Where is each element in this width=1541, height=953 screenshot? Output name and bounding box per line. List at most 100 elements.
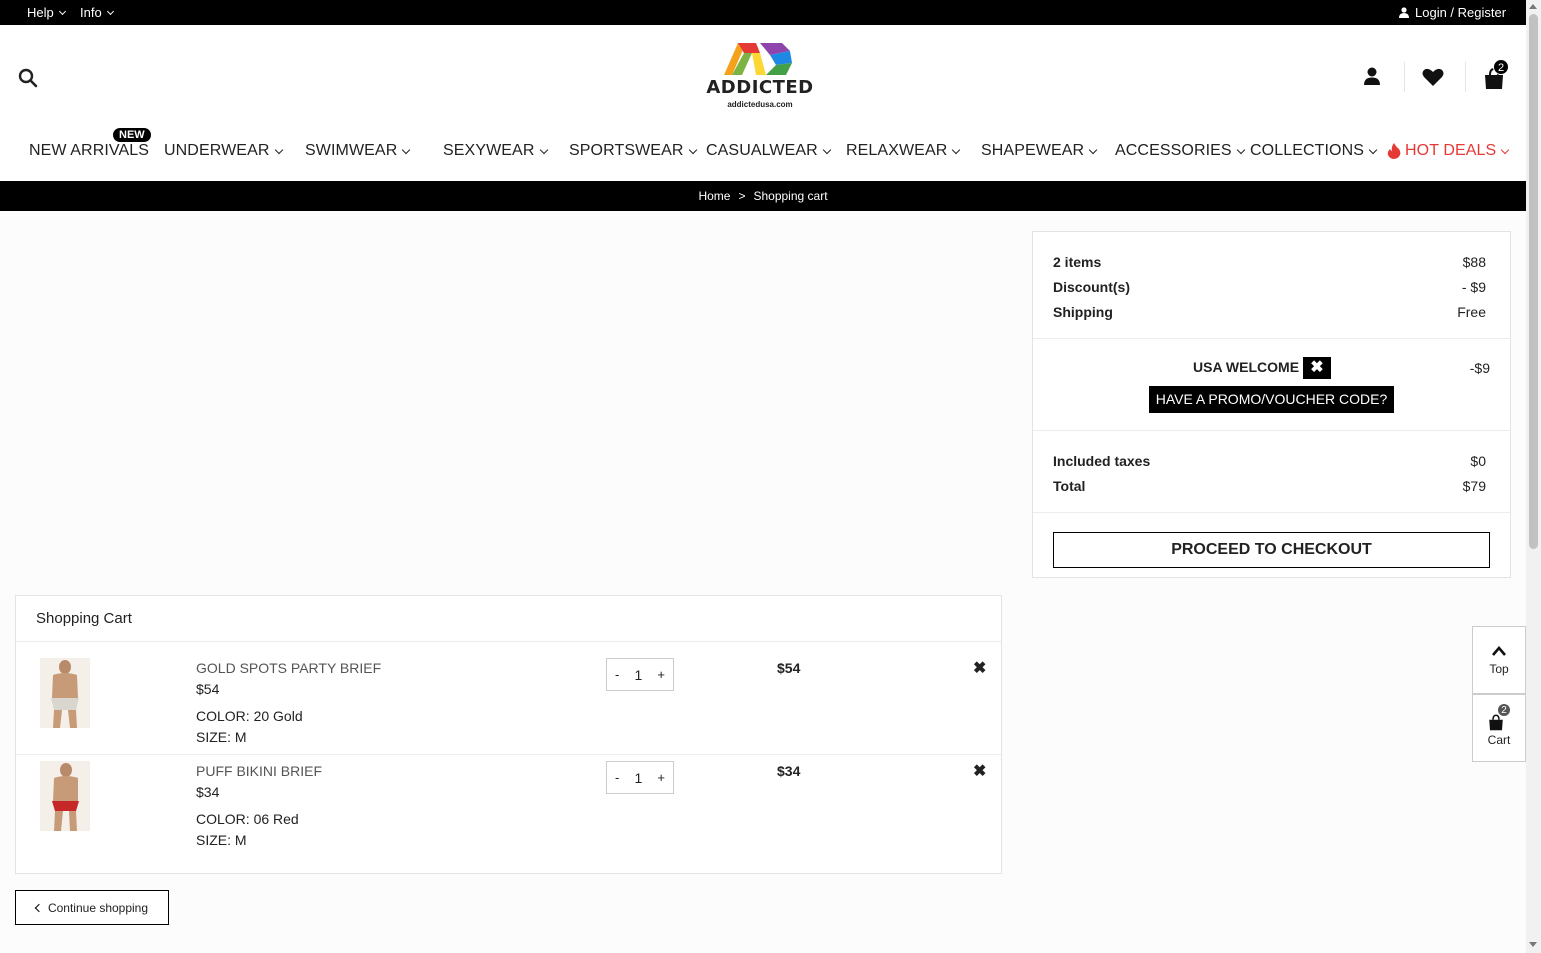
remove-item-button[interactable]: ✖ xyxy=(973,658,986,678)
cart-item: PUFF BIKINI BRIEF $34 COLOR: 06 Red SIZE… xyxy=(16,745,1001,848)
discount-label: Discount(s) xyxy=(1053,279,1130,295)
chevron-down-icon xyxy=(1236,145,1245,154)
quantity-decrease-button[interactable]: - xyxy=(615,770,619,785)
back-to-top-button[interactable]: Top xyxy=(1472,626,1526,694)
summary-total-row: Total $79 xyxy=(1053,478,1486,494)
total-label: Total xyxy=(1053,478,1086,494)
logo-subtext: addictedusa.com xyxy=(727,100,793,109)
quantity-increase-button[interactable]: + xyxy=(657,667,665,682)
product-size: SIZE: M xyxy=(196,729,247,745)
continue-shopping-label: Continue shopping xyxy=(47,900,149,915)
nav-item-accessories[interactable]: ACCESSORIES xyxy=(1115,142,1245,160)
nav-item-relaxwear[interactable]: RELAXWEAR xyxy=(846,142,961,160)
product-color: COLOR: 06 Red xyxy=(196,811,299,827)
quantity-stepper: - 1 + xyxy=(606,761,674,794)
quantity-increase-button[interactable]: + xyxy=(657,770,665,785)
page-scrollbar[interactable] xyxy=(1526,0,1541,953)
main-nav: NEW ARRIVALS NEW UNDERWEAR SWIMWEAR SEXY… xyxy=(0,128,1526,165)
order-summary: 2 items $88 Discount(s) - $9 Shipping Fr… xyxy=(1032,231,1511,578)
floating-cart-count-badge: 2 xyxy=(1497,703,1511,717)
proceed-to-checkout-button[interactable]: PROCEED TO CHECKOUT xyxy=(1053,532,1490,568)
close-icon: ✖ xyxy=(1310,359,1324,376)
heart-icon[interactable] xyxy=(1421,65,1445,89)
help-menu-label: Help xyxy=(27,5,54,20)
voucher-name: USA WELCOME xyxy=(1193,359,1300,375)
summary-divider xyxy=(1033,512,1510,513)
breadcrumb-home[interactable]: Home xyxy=(698,189,730,203)
info-menu[interactable]: Info xyxy=(80,5,114,20)
product-thumbnail[interactable] xyxy=(40,658,90,728)
total-value: $79 xyxy=(1462,478,1486,494)
product-unit-price: $34 xyxy=(196,784,220,800)
nav-item-label: UNDERWEAR xyxy=(164,142,270,159)
header-cart[interactable]: 2 xyxy=(1481,59,1513,93)
summary-divider xyxy=(1033,338,1510,339)
chevron-down-icon xyxy=(822,145,832,154)
nav-item-label: SPORTSWEAR xyxy=(569,142,684,159)
nav-item-label: CASUALWEAR xyxy=(706,142,818,159)
close-icon: ✖ xyxy=(973,660,987,677)
product-name-link[interactable]: PUFF BIKINI BRIEF xyxy=(196,763,322,779)
items-count-label: 2 items xyxy=(1053,254,1102,270)
chevron-down-icon xyxy=(106,7,114,15)
nav-item-underwear[interactable]: UNDERWEAR xyxy=(164,142,283,160)
account-icon[interactable] xyxy=(1360,65,1384,89)
chevron-down-icon xyxy=(1368,145,1378,154)
nav-item-collections[interactable]: COLLECTIONS xyxy=(1250,142,1378,160)
nav-item-label: NEW ARRIVALS xyxy=(29,142,150,159)
nav-item-sexywear[interactable]: SEXYWEAR xyxy=(443,142,548,160)
quantity-decrease-button[interactable]: - xyxy=(615,667,619,682)
items-subtotal: $88 xyxy=(1462,254,1486,270)
summary-divider xyxy=(1033,430,1510,431)
floating-cart-button[interactable]: 2 Cart xyxy=(1472,694,1526,762)
login-register-link[interactable]: Login / Register xyxy=(1399,5,1506,20)
nav-item-label: ACCESSORIES xyxy=(1115,142,1232,159)
chevron-down-icon xyxy=(274,145,283,154)
header-divider xyxy=(1465,62,1466,92)
chevron-left-icon xyxy=(34,903,44,912)
remove-voucher-button[interactable]: ✖ xyxy=(1303,357,1331,379)
chevron-down-icon xyxy=(539,145,548,154)
nav-item-sportswear[interactable]: SPORTSWEAR xyxy=(569,142,697,160)
flame-icon xyxy=(1387,143,1401,159)
summary-discount-row: Discount(s) - $9 xyxy=(1053,279,1486,295)
logo-text: ADDICTED xyxy=(706,77,814,98)
help-menu[interactable]: Help xyxy=(27,5,66,20)
header-divider xyxy=(1404,62,1405,92)
nav-item-shapewear[interactable]: SHAPEWEAR xyxy=(981,142,1098,160)
chevron-down-icon xyxy=(58,7,66,15)
chevron-down-icon xyxy=(1501,145,1510,154)
nav-item-new-arrivals[interactable]: NEW ARRIVALS xyxy=(29,142,149,160)
info-menu-label: Info xyxy=(80,5,102,20)
product-name-link[interactable]: GOLD SPOTS PARTY BRIEF xyxy=(196,660,381,676)
product-line-total: $34 xyxy=(777,763,801,779)
product-line-total: $54 xyxy=(777,660,801,676)
nav-item-hot-deals[interactable]: HOT DEALS xyxy=(1387,142,1510,160)
product-color: COLOR: 20 Gold xyxy=(196,708,303,724)
scroll-up-arrow-icon[interactable] xyxy=(1529,4,1537,9)
cart-item: GOLD SPOTS PARTY BRIEF $54 COLOR: 20 Gol… xyxy=(16,642,1001,745)
breadcrumb: Home > Shopping cart xyxy=(0,181,1526,211)
product-unit-price: $54 xyxy=(196,681,220,697)
scrollbar-thumb[interactable] xyxy=(1529,14,1538,549)
continue-shopping-button[interactable]: Continue shopping xyxy=(15,890,169,925)
remove-item-button[interactable]: ✖ xyxy=(973,761,986,781)
nav-item-label: HOT DEALS xyxy=(1405,142,1497,159)
chevron-down-icon xyxy=(688,145,697,154)
quantity-input[interactable]: 1 xyxy=(634,770,642,786)
promo-code-button[interactable]: HAVE A PROMO/VOUCHER CODE? xyxy=(1149,386,1394,413)
product-thumbnail[interactable] xyxy=(40,761,90,831)
nav-item-swimwear[interactable]: SWIMWEAR xyxy=(305,142,411,160)
cart-title: Shopping Cart xyxy=(36,610,132,627)
quantity-input[interactable]: 1 xyxy=(634,667,642,683)
shipping-value: Free xyxy=(1457,304,1486,320)
nav-item-label: SEXYWEAR xyxy=(443,142,535,159)
cart-count-badge: 2 xyxy=(1493,59,1509,75)
summary-items-row: 2 items $88 xyxy=(1053,254,1486,270)
chevron-up-icon xyxy=(1492,646,1506,656)
nav-item-casualwear[interactable]: CASUALWEAR xyxy=(706,142,832,160)
search-icon[interactable] xyxy=(18,68,38,88)
site-logo[interactable]: ADDICTED addictedusa.com xyxy=(700,39,820,111)
shipping-label: Shipping xyxy=(1053,304,1113,320)
scroll-down-arrow-icon[interactable] xyxy=(1529,942,1537,947)
